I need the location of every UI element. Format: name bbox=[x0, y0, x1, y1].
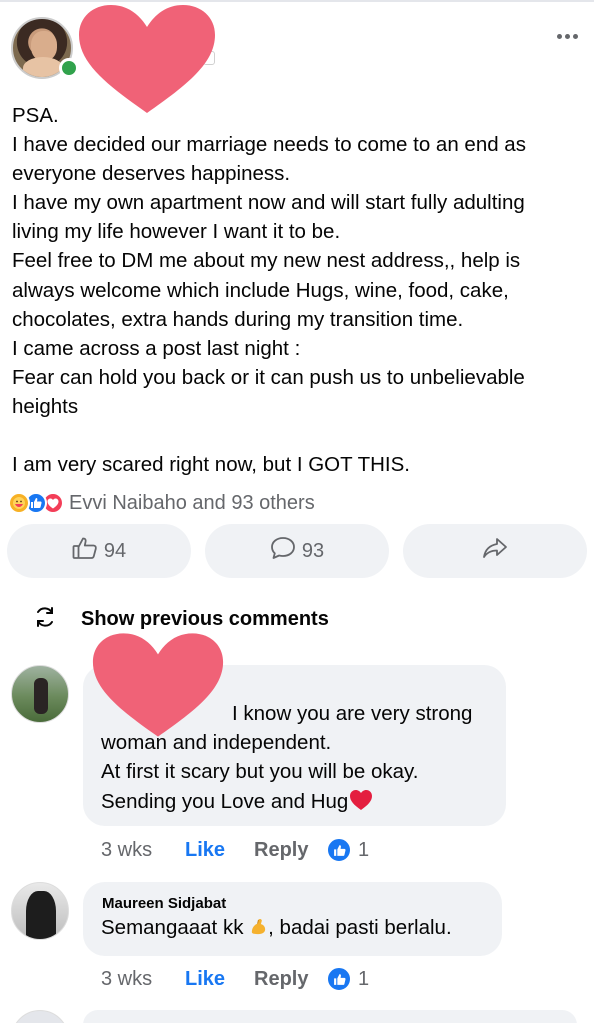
comment-text: Semangaaat kk , badai pasti berlalu. bbox=[101, 916, 452, 940]
comment-text-segment: Semangaaat kk bbox=[101, 916, 250, 939]
comment-text-segment: , badai pasti berlalu. bbox=[268, 916, 452, 939]
show-previous-label[interactable]: Show previous comments bbox=[81, 608, 329, 631]
more-options-icon[interactable] bbox=[557, 30, 583, 42]
share-button[interactable] bbox=[403, 524, 587, 578]
reactions-count-text[interactable]: Evvi Naibaho and 93 others bbox=[69, 492, 315, 515]
flexed-biceps-emoji-icon bbox=[249, 917, 268, 936]
like-reaction-icon[interactable] bbox=[326, 966, 352, 992]
post-line: Fear can hold you back or it can push us… bbox=[12, 365, 525, 389]
reactions-summary[interactable]: Evvi Naibaho and 93 others bbox=[8, 490, 315, 516]
post-line: always welcome which include Hugs, wine,… bbox=[12, 278, 509, 302]
comment-meta: 3 wks Like Reply 1 bbox=[101, 837, 369, 863]
comment-button[interactable]: 93 bbox=[205, 524, 389, 578]
comment-timestamp: 3 wks bbox=[101, 838, 153, 861]
thumbs-up-icon bbox=[72, 536, 98, 566]
comment-count: 93 bbox=[301, 539, 325, 562]
comment-text-line: At first it scary but you will be okay. bbox=[101, 760, 419, 783]
commenter-avatar[interactable] bbox=[11, 1010, 69, 1023]
like-reaction-icon[interactable] bbox=[326, 837, 352, 863]
share-icon bbox=[482, 537, 508, 565]
like-button[interactable]: 94 bbox=[7, 524, 191, 578]
commenter-avatar[interactable] bbox=[11, 665, 69, 723]
heart-sticker-icon bbox=[77, 3, 217, 115]
online-status-dot bbox=[59, 58, 79, 78]
comment-like-link[interactable]: Like bbox=[185, 968, 254, 991]
comment-text-line: Sending you Love and Hug bbox=[101, 789, 374, 817]
post-text: PSA. I have decided our marriage needs t… bbox=[12, 101, 587, 479]
comment-reply-link[interactable]: Reply bbox=[254, 968, 326, 991]
comment-bubble bbox=[83, 1010, 577, 1023]
avatar-figure bbox=[34, 678, 48, 714]
comment-meta: 3 wks Like Reply 1 bbox=[101, 966, 369, 992]
post-line: I have my own apartment now and will sta… bbox=[12, 191, 525, 215]
comment-reaction-count: 1 bbox=[358, 838, 370, 861]
comment-like-link[interactable]: Like bbox=[185, 839, 254, 862]
post-line: chocolates, extra hands during my transi… bbox=[12, 307, 464, 331]
care-icon bbox=[8, 492, 30, 514]
post-line: living my life however I want it to be. bbox=[12, 220, 341, 244]
refresh-icon bbox=[34, 606, 56, 633]
commenter-avatar[interactable] bbox=[11, 882, 69, 940]
post-line: PSA. bbox=[12, 104, 59, 127]
post-line: I have decided our marriage needs to com… bbox=[12, 133, 526, 157]
post-line: everyone deserves happiness. bbox=[12, 162, 291, 186]
commenter-name[interactable]: Maureen Sidjabat bbox=[102, 895, 226, 912]
comment-timestamp: 3 wks bbox=[101, 967, 153, 990]
avatar-hand bbox=[23, 57, 63, 77]
comment-text-segment: Sending you Love and Hug bbox=[101, 790, 349, 813]
post-line: Feel free to DM me about my new nest add… bbox=[12, 249, 521, 273]
comment-reply-link[interactable]: Reply bbox=[254, 839, 326, 862]
post-line: I came across a post last night : bbox=[12, 336, 301, 360]
comment-reaction-count: 1 bbox=[358, 967, 370, 990]
top-divider bbox=[0, 0, 594, 2]
comment-icon bbox=[270, 536, 296, 566]
comment-text-line: I know you are very strong bbox=[232, 702, 473, 725]
avatar-figure bbox=[26, 891, 56, 939]
post-closing-line: I am very scared right now, but I GOT TH… bbox=[12, 453, 410, 477]
post-line: heights bbox=[12, 394, 79, 418]
heart-emoji-icon bbox=[348, 789, 374, 817]
like-count: 94 bbox=[103, 539, 127, 562]
heart-sticker-icon bbox=[91, 630, 225, 740]
